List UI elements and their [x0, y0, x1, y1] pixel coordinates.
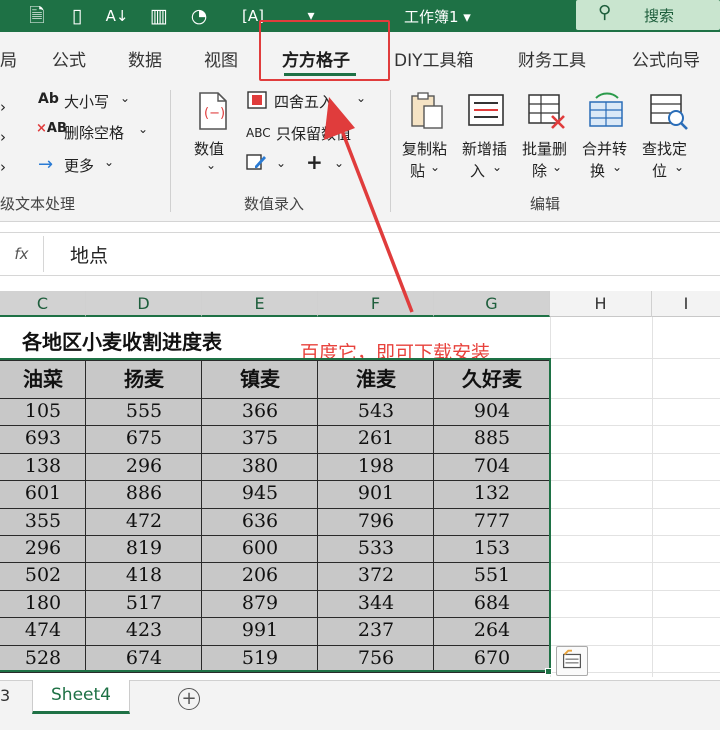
sheet-title[interactable]: 各地区小麦收割进度表	[22, 326, 222, 355]
find-locate-button[interactable]: 查找定	[642, 138, 687, 159]
dropdown-icon: ⌄	[612, 160, 623, 174]
insert-icon	[468, 94, 504, 126]
merge-convert-button-line2: 换	[590, 162, 606, 180]
dropdown-icon: ⌄	[206, 158, 217, 172]
batch-delete-button-line2: 除	[532, 162, 548, 180]
group-divider	[390, 90, 391, 212]
shape-icon[interactable]: ◔	[186, 3, 212, 29]
dropdown-icon: ⌄	[138, 122, 149, 136]
gridline	[550, 535, 720, 536]
sheet-tab-active[interactable]: Sheet4	[32, 680, 130, 714]
dropdown-icon: ⌄	[552, 160, 563, 174]
copy-paste-icon	[411, 92, 443, 129]
column-header-e[interactable]: E	[202, 291, 318, 317]
tab-formula-wizard[interactable]: 公式向导	[632, 46, 700, 71]
fill-handle[interactable]	[545, 668, 552, 675]
plus-icon[interactable]: +	[306, 150, 323, 174]
sheet-tab-label: Sheet4	[51, 685, 111, 705]
workbook-title[interactable]: 工作簿1 ▾	[404, 6, 471, 27]
gridline	[652, 317, 653, 677]
find-locate-icon	[650, 94, 688, 130]
gridline	[550, 453, 720, 454]
more-button[interactable]: 更多	[64, 155, 94, 176]
save-icon[interactable]: 🗎	[24, 3, 50, 29]
formula-input[interactable]: 地点	[70, 241, 108, 268]
find-locate-button-line2: 位	[652, 162, 668, 180]
add-sheet-icon[interactable]: +	[178, 688, 200, 710]
tab-layout[interactable]: 局	[0, 46, 17, 71]
fx-icon[interactable]: fx	[0, 236, 44, 272]
chevron-icon: ›	[0, 98, 6, 116]
remove-space-button[interactable]: 删除空格	[64, 122, 124, 143]
dropdown-icon: ⌄	[104, 155, 115, 169]
case-button[interactable]: 大小写	[64, 91, 109, 112]
merge-convert-button[interactable]: 合并转	[582, 138, 627, 159]
group-label-text: 级文本处理	[0, 195, 76, 213]
quick-analysis-icon[interactable]	[556, 646, 588, 676]
batch-delete-icon	[528, 94, 565, 129]
svg-text:(−): (−)	[204, 106, 225, 121]
chevron-icon: ›	[0, 158, 6, 176]
column-header-f[interactable]: F	[318, 291, 434, 317]
dropdown-icon: ⌄	[430, 160, 441, 174]
batch-delete-button[interactable]: 批量删	[522, 138, 567, 159]
group-label-edit: 编辑	[530, 195, 561, 213]
round-icon	[247, 91, 267, 109]
search-box[interactable]: ⚲ 搜索	[576, 0, 720, 30]
dropdown-icon: ⌄	[276, 156, 287, 170]
keep-value-icon: ABC	[246, 126, 271, 140]
new-file-icon[interactable]: ▯	[64, 3, 90, 29]
keep-value-button[interactable]: 只保留数值	[276, 123, 351, 144]
tab-view[interactable]: 视图	[204, 46, 238, 71]
gridline	[550, 590, 720, 591]
insert-button-line2: 入	[470, 162, 486, 180]
group-label-numeric: 数值录入	[244, 195, 305, 213]
dropdown-icon: ⌄	[120, 91, 131, 105]
copy-paste-button[interactable]: 复制粘	[402, 138, 447, 159]
group-divider	[170, 90, 171, 212]
gridline	[550, 480, 720, 481]
dropdown-icon: ⌄	[356, 91, 367, 105]
column-header-c[interactable]: C	[0, 291, 86, 317]
value-icon: (−)	[199, 92, 227, 130]
tab-formulas[interactable]: 公式	[52, 46, 86, 71]
selection-border	[0, 358, 551, 672]
input-edit-icon[interactable]	[246, 152, 268, 172]
chevron-icon: ›	[0, 128, 6, 146]
table-border	[0, 672, 550, 673]
gridline	[550, 358, 720, 359]
dropdown-icon: ⌄	[334, 156, 345, 170]
gridline	[550, 617, 720, 618]
column-header-g[interactable]: G	[434, 291, 550, 317]
case-icon: Ab	[38, 91, 59, 107]
sort-icon[interactable]: A↓	[104, 3, 130, 29]
highlight-box	[259, 20, 390, 81]
remove-space-icon: ×AB	[36, 121, 67, 136]
search-label: 搜索	[644, 7, 675, 25]
tab-data[interactable]: 数据	[128, 46, 162, 71]
tab-diy-toolbox[interactable]: DIY工具箱	[394, 46, 474, 71]
gridline	[550, 508, 720, 509]
chart-icon[interactable]: ▥	[146, 3, 172, 29]
gridline	[550, 562, 720, 563]
column-header-h[interactable]: H	[550, 291, 652, 317]
gridline	[550, 425, 720, 426]
insert-button[interactable]: 新增插	[462, 138, 507, 159]
sheet-tab-prev[interactable]: 3	[0, 686, 10, 705]
arrow-right-icon: →	[38, 154, 54, 175]
dropdown-icon: ⌄	[674, 160, 685, 174]
column-header-d[interactable]: D	[86, 291, 202, 317]
search-icon: ⚲	[598, 2, 612, 23]
dropdown-icon: ⌄	[492, 160, 503, 174]
tab-finance-tools[interactable]: 财务工具	[518, 46, 586, 71]
merge-convert-icon	[589, 92, 623, 127]
value-button[interactable]: 数值	[194, 138, 224, 159]
round-button[interactable]: 四舍五入	[274, 91, 334, 112]
gridline	[550, 398, 720, 399]
copy-paste-button-line2: 贴	[410, 162, 426, 180]
column-header-i[interactable]: I	[652, 291, 720, 317]
